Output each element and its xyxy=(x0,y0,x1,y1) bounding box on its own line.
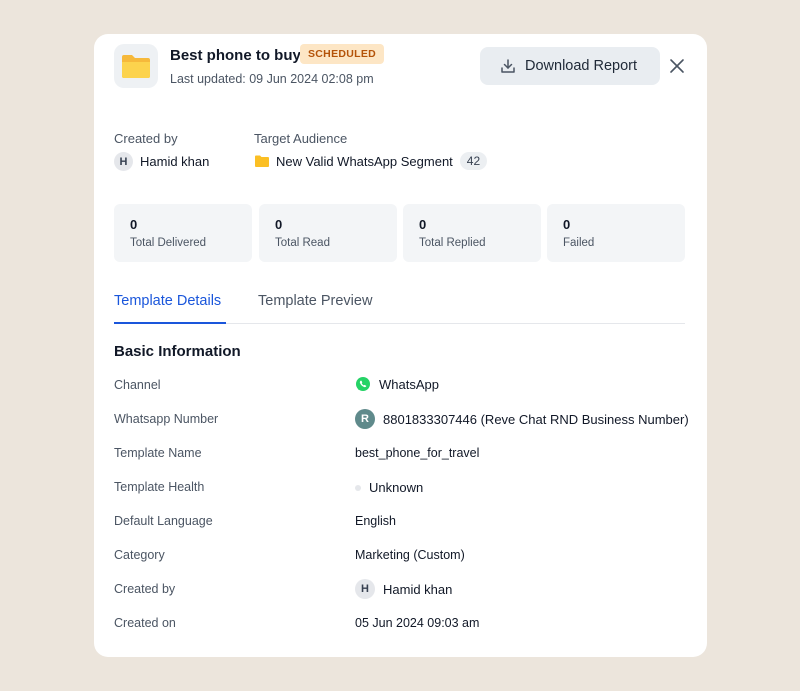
stat-failed: 0 Failed xyxy=(547,204,685,262)
template-health-label: Template Health xyxy=(114,480,205,494)
template-health-value: Unknown xyxy=(355,480,423,495)
created-on-value: 05 Jun 2024 09:03 am xyxy=(355,616,480,630)
tab-template-details[interactable]: Template Details xyxy=(114,293,221,309)
channel-label: Channel xyxy=(114,378,161,392)
avatar: H xyxy=(114,152,133,171)
close-icon[interactable] xyxy=(668,57,686,75)
folder-icon-tile xyxy=(114,44,158,88)
target-audience-label: Target Audience xyxy=(254,131,348,146)
last-updated-text: Last updated: 09 Jun 2024 02:08 pm xyxy=(170,72,374,86)
whatsapp-number-value: R 8801833307446 (Reve Chat RND Business … xyxy=(355,409,705,429)
detail-tabs: Template Details Template Preview xyxy=(114,290,685,324)
segment-count-badge: 42 xyxy=(459,152,488,170)
whatsapp-icon xyxy=(356,377,370,391)
tab-template-preview[interactable]: Template Preview xyxy=(258,293,372,309)
created-by-label: Created by xyxy=(114,131,178,146)
whatsapp-number-text: 8801833307446 (Reve Chat RND Business Nu… xyxy=(383,411,689,427)
template-created-by-label: Created by xyxy=(114,582,176,596)
channel-name: WhatsApp xyxy=(379,376,439,392)
health-status-dot xyxy=(355,484,361,491)
creator-name: Hamid khan xyxy=(140,154,210,169)
created-on-label: Created on xyxy=(114,616,176,630)
channel-value: WhatsApp xyxy=(355,376,439,392)
stat-value: 0 xyxy=(563,217,571,232)
created-by-value: H Hamid khan xyxy=(114,152,209,171)
template-name-label: Template Name xyxy=(114,446,202,460)
status-badge: SCHEDULED xyxy=(300,44,385,64)
health-status-text: Unknown xyxy=(369,480,424,495)
stat-label: Total Replied xyxy=(419,237,486,249)
campaign-details-card: Best phone to buy SCHEDULED Last updated… xyxy=(94,34,707,657)
stat-label: Total Delivered xyxy=(130,237,207,249)
download-icon xyxy=(501,59,515,73)
target-audience-value[interactable]: New Valid WhatsApp Segment 42 xyxy=(255,152,488,170)
section-title: Basic Information xyxy=(114,343,241,360)
active-tab-indicator xyxy=(114,322,226,324)
template-created-by-value: H Hamid khan xyxy=(355,579,452,599)
avatar: R xyxy=(355,409,375,429)
stat-total-read: 0 Total Read xyxy=(259,204,397,262)
download-report-button[interactable]: Download Report xyxy=(480,47,660,85)
stat-total-replied: 0 Total Replied xyxy=(403,204,541,262)
stat-value: 0 xyxy=(275,217,283,232)
segment-name: New Valid WhatsApp Segment xyxy=(276,153,453,169)
template-name-value: best_phone_for_travel xyxy=(355,446,480,460)
folder-icon xyxy=(255,155,269,167)
stat-value: 0 xyxy=(130,217,138,232)
stat-label: Total Read xyxy=(275,237,330,249)
default-language-value: English xyxy=(355,514,396,528)
default-language-label: Default Language xyxy=(114,514,213,528)
campaign-title: Best phone to buy xyxy=(170,47,301,64)
stat-value: 0 xyxy=(419,217,427,232)
whatsapp-number-label: Whatsapp Number xyxy=(114,412,219,426)
template-creator-name: Hamid khan xyxy=(383,581,453,597)
stat-label: Failed xyxy=(563,237,595,249)
category-label: Category xyxy=(114,548,165,562)
folder-icon xyxy=(122,55,150,78)
stat-total-delivered: 0 Total Delivered xyxy=(114,204,252,262)
category-value: Marketing (Custom) xyxy=(355,548,465,562)
download-report-label: Download Report xyxy=(525,58,638,74)
avatar: H xyxy=(355,579,375,599)
